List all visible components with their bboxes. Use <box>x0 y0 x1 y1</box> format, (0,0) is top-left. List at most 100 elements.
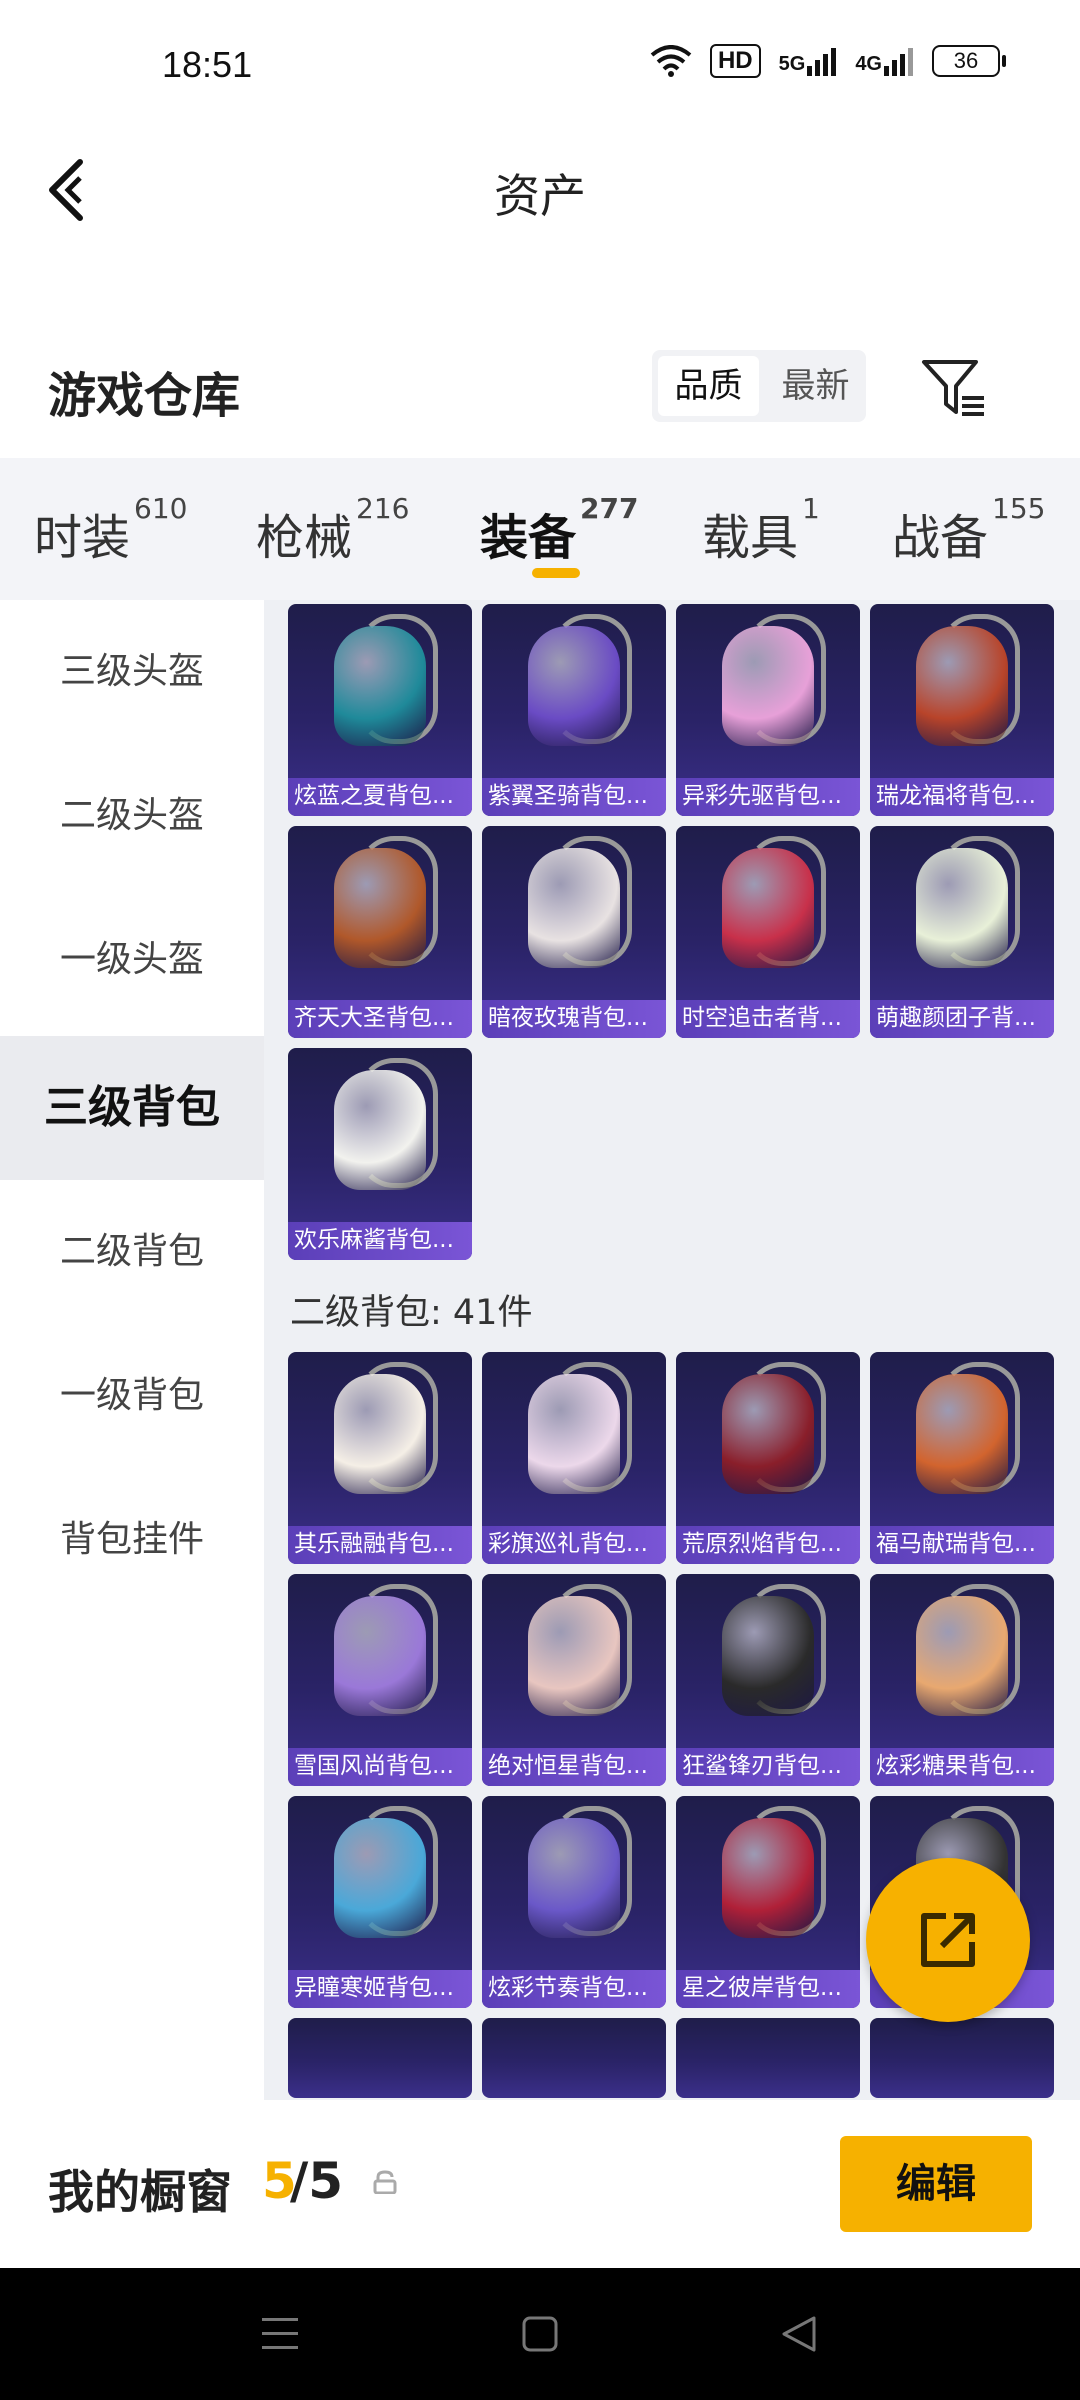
item-name: 福马献瑞背包... <box>876 1531 1036 1557</box>
item-name: 狂鲨锋刃背包... <box>682 1753 842 1779</box>
tab-vehicles[interactable]: 载具1 <box>702 492 820 568</box>
external-link-icon <box>921 1913 975 1967</box>
sort-toggle: 品质 最新 <box>652 350 866 422</box>
item-card[interactable] <box>482 2018 666 2098</box>
sort-quality-button[interactable]: 品质 <box>658 356 759 416</box>
tab-firearms[interactable]: 枪械216 <box>256 492 409 568</box>
item-name: 时空追击者背... <box>682 1005 842 1031</box>
backpack-icon <box>916 1374 1008 1494</box>
backpack-icon <box>334 1374 426 1494</box>
system-nav-bar <box>0 2268 1080 2400</box>
item-card[interactable]: 时空追击者背... <box>676 826 860 1038</box>
item-card[interactable]: 绝对恒星背包... <box>482 1574 666 1786</box>
item-name: 荒原烈焰背包... <box>682 1531 842 1557</box>
menu-icon[interactable] <box>254 2312 314 2356</box>
lock-icon <box>373 2170 397 2194</box>
tab-count: 1 <box>802 492 820 525</box>
item-card[interactable]: 炫彩糖果背包... <box>870 1574 1054 1786</box>
backpack-icon <box>722 1596 814 1716</box>
backpack-icon <box>528 1374 620 1494</box>
tab-count: 155 <box>992 492 1046 525</box>
backpack-icon <box>334 1596 426 1716</box>
backpack-icon <box>334 848 426 968</box>
item-card[interactable]: 其乐融融背包... <box>288 1352 472 1564</box>
backpack-icon <box>528 626 620 746</box>
item-card[interactable]: 欢乐麻酱背包... <box>288 1048 472 1260</box>
showcase-total: /5 <box>290 2152 344 2210</box>
item-name: 其乐融融背包... <box>294 1531 454 1557</box>
backpack-icon <box>722 848 814 968</box>
sidebar-item-backpack-2[interactable]: 二级背包 <box>0 1180 264 1324</box>
tab-equipment[interactable]: 装备277 <box>480 492 638 568</box>
sidebar-item-backpack-1[interactable]: 一级背包 <box>0 1324 264 1468</box>
item-card[interactable]: 狂鲨锋刃背包... <box>676 1574 860 1786</box>
item-name: 异彩先驱背包... <box>682 783 842 809</box>
warehouse-title: 游戏仓库 <box>48 368 241 424</box>
item-name: 星之彼岸背包... <box>682 1975 842 2001</box>
backpack-icon <box>334 626 426 746</box>
partial-row <box>288 2018 1054 2098</box>
tab-supplies[interactable]: 战备155 <box>892 492 1045 568</box>
showcase-title: 我的橱窗 <box>48 2165 232 2219</box>
home-icon[interactable] <box>510 2312 570 2356</box>
item-card[interactable]: 异瞳寒姬背包... <box>288 1796 472 2008</box>
tab-label: 装备 <box>480 510 577 566</box>
sidebar-item-backpack-3[interactable]: 三级背包 <box>0 1036 264 1180</box>
item-card[interactable]: 星之彼岸背包... <box>676 1796 860 2008</box>
item-card[interactable]: 炫彩节奏背包... <box>482 1796 666 2008</box>
item-name: 炫彩糖果背包... <box>876 1753 1036 1779</box>
item-card[interactable] <box>676 2018 860 2098</box>
item-name: 炫蓝之夏背包... <box>294 783 454 809</box>
item-card[interactable]: 雪国风尚背包... <box>288 1574 472 1786</box>
backpack-icon <box>722 626 814 746</box>
item-card[interactable]: 齐天大圣背包... <box>288 826 472 1038</box>
backpack-icon <box>722 1374 814 1494</box>
sidebar-item-backpack-charm[interactable]: 背包挂件 <box>0 1468 264 1612</box>
status-icons: HD 5G 4G 36 <box>650 44 1006 78</box>
item-card[interactable] <box>870 2018 1054 2098</box>
battery-icon: 36 <box>932 45 1006 77</box>
item-name: 异瞳寒姬背包... <box>294 1975 454 2001</box>
status-time: 18:51 <box>162 44 253 85</box>
sidebar-item-helmet-3[interactable]: 三级头盔 <box>0 600 264 744</box>
backpack-icon <box>916 626 1008 746</box>
item-card[interactable]: 暗夜玫瑰背包... <box>482 826 666 1038</box>
showcase-bar: 我的橱窗 5 /5 编辑 <box>0 2100 1080 2268</box>
share-fab[interactable] <box>866 1858 1030 2022</box>
item-name: 紫翼圣骑背包... <box>488 783 648 809</box>
tab-count: 277 <box>580 492 639 525</box>
item-name: 齐天大圣背包... <box>294 1005 454 1031</box>
edit-button[interactable]: 编辑 <box>840 2136 1032 2232</box>
hd-icon: HD <box>709 44 761 78</box>
item-name: 雪国风尚背包... <box>294 1753 454 1779</box>
item-name: 绝对恒星背包... <box>488 1753 648 1779</box>
backpack-icon <box>334 1818 426 1938</box>
tab-label: 时装 <box>34 510 131 566</box>
back-nav-icon[interactable] <box>770 2312 830 2356</box>
item-name: 暗夜玫瑰背包... <box>488 1005 648 1031</box>
item-card[interactable]: 炫蓝之夏背包... <box>288 604 472 816</box>
tab-fashion[interactable]: 时装610 <box>34 492 187 568</box>
title-bar: 资产 <box>0 130 1080 250</box>
item-card[interactable]: 紫翼圣骑背包... <box>482 604 666 816</box>
item-card[interactable]: 萌趣颜团子背... <box>870 826 1054 1038</box>
item-card[interactable]: 福马献瑞背包... <box>870 1352 1054 1564</box>
item-card[interactable] <box>288 2018 472 2098</box>
sort-latest-button[interactable]: 最新 <box>765 356 866 416</box>
item-card[interactable]: 荒原烈焰背包... <box>676 1352 860 1564</box>
filter-icon[interactable] <box>920 356 990 422</box>
tab-count: 610 <box>134 492 188 525</box>
backpack-icon <box>528 1596 620 1716</box>
backpack-icon <box>528 1818 620 1938</box>
item-card[interactable]: 彩旗巡礼背包... <box>482 1352 666 1564</box>
category-tabs: 时装610 枪械216 装备277 载具1 战备155 <box>0 458 1080 600</box>
backpack-icon <box>722 1818 814 1938</box>
item-card[interactable]: 异彩先驱背包... <box>676 604 860 816</box>
item-card[interactable]: 瑞龙福将背包... <box>870 604 1054 816</box>
status-bar: 18:51 HD 5G 4G 36 <box>0 0 1080 130</box>
battery-level: 36 <box>953 48 979 73</box>
sidebar-item-helmet-2[interactable]: 二级头盔 <box>0 744 264 888</box>
warehouse-header: 游戏仓库 品质 最新 <box>0 330 1080 450</box>
tab-label: 载具 <box>702 510 799 566</box>
sidebar-item-helmet-1[interactable]: 一级头盔 <box>0 888 264 1032</box>
